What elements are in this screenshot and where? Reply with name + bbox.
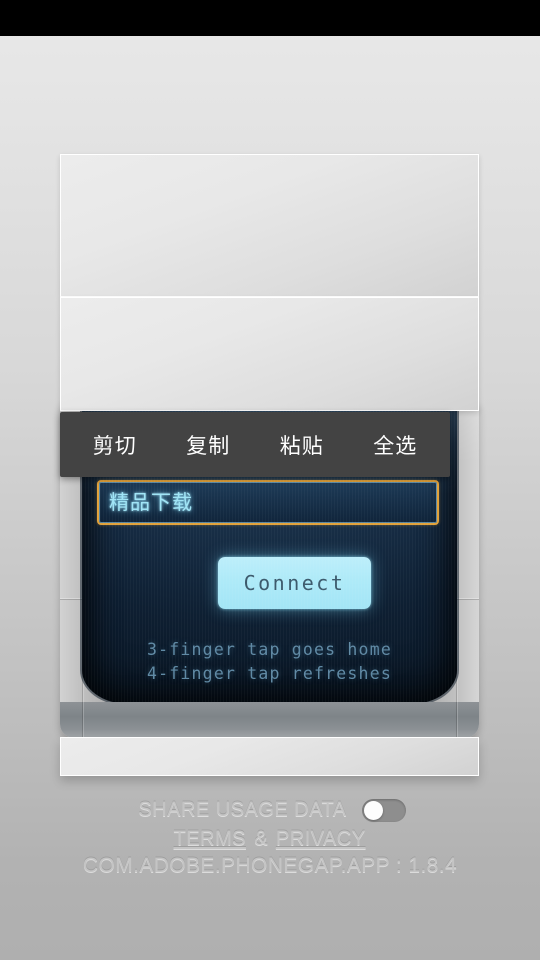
legal-links-row: TERMS & PRIVACY (172, 827, 367, 851)
plinth-seam-left (82, 702, 83, 738)
legal-separator: & (254, 827, 268, 850)
app-version-label: COM.ADOBE.PHONEGAP.APP : 1.8.4 (82, 854, 458, 877)
app-stage: 精品下载 Connect 3-finger tap goes home 4-fi… (0, 36, 540, 960)
plinth-seam-right (456, 702, 457, 738)
host-address-input[interactable]: 精品下载 (97, 480, 439, 525)
toggle-knob (364, 800, 384, 820)
overlay-panel-top[interactable] (60, 154, 479, 297)
gesture-hint-3-finger: 3-finger tap goes home (147, 640, 392, 659)
text-context-menu[interactable]: 剪切 复制 粘贴 全选 (60, 412, 450, 477)
privacy-link[interactable]: PRIVACY (276, 827, 366, 851)
share-usage-label: SHARE USAGE DATA (137, 798, 347, 821)
tv-plinth (60, 702, 479, 738)
context-menu-item-cut[interactable]: 剪切 (83, 424, 147, 466)
bezel-seam-mid-left (60, 598, 82, 599)
share-usage-row: SHARE USAGE DATA (134, 796, 407, 824)
terms-link[interactable]: TERMS (174, 827, 246, 851)
gesture-hint-4-finger: 4-finger tap refreshes (147, 664, 392, 683)
version-row: COM.ADOBE.PHONEGAP.APP : 1.8.4 (83, 854, 457, 878)
footer: SHARE USAGE DATA TERMS & PRIVACY COM.ADO… (0, 796, 540, 878)
context-menu-item-copy[interactable]: 复制 (176, 424, 240, 466)
bezel-seam-mid-right (457, 598, 479, 599)
context-menu-item-paste[interactable]: 粘贴 (270, 424, 334, 466)
overlay-panel-middle[interactable] (60, 297, 479, 411)
overlay-panel-bottom[interactable] (60, 737, 479, 776)
context-menu-item-select-all[interactable]: 全选 (363, 424, 427, 466)
connect-button[interactable]: Connect (218, 557, 371, 609)
status-bar (0, 0, 540, 36)
share-usage-toggle[interactable] (362, 798, 407, 822)
